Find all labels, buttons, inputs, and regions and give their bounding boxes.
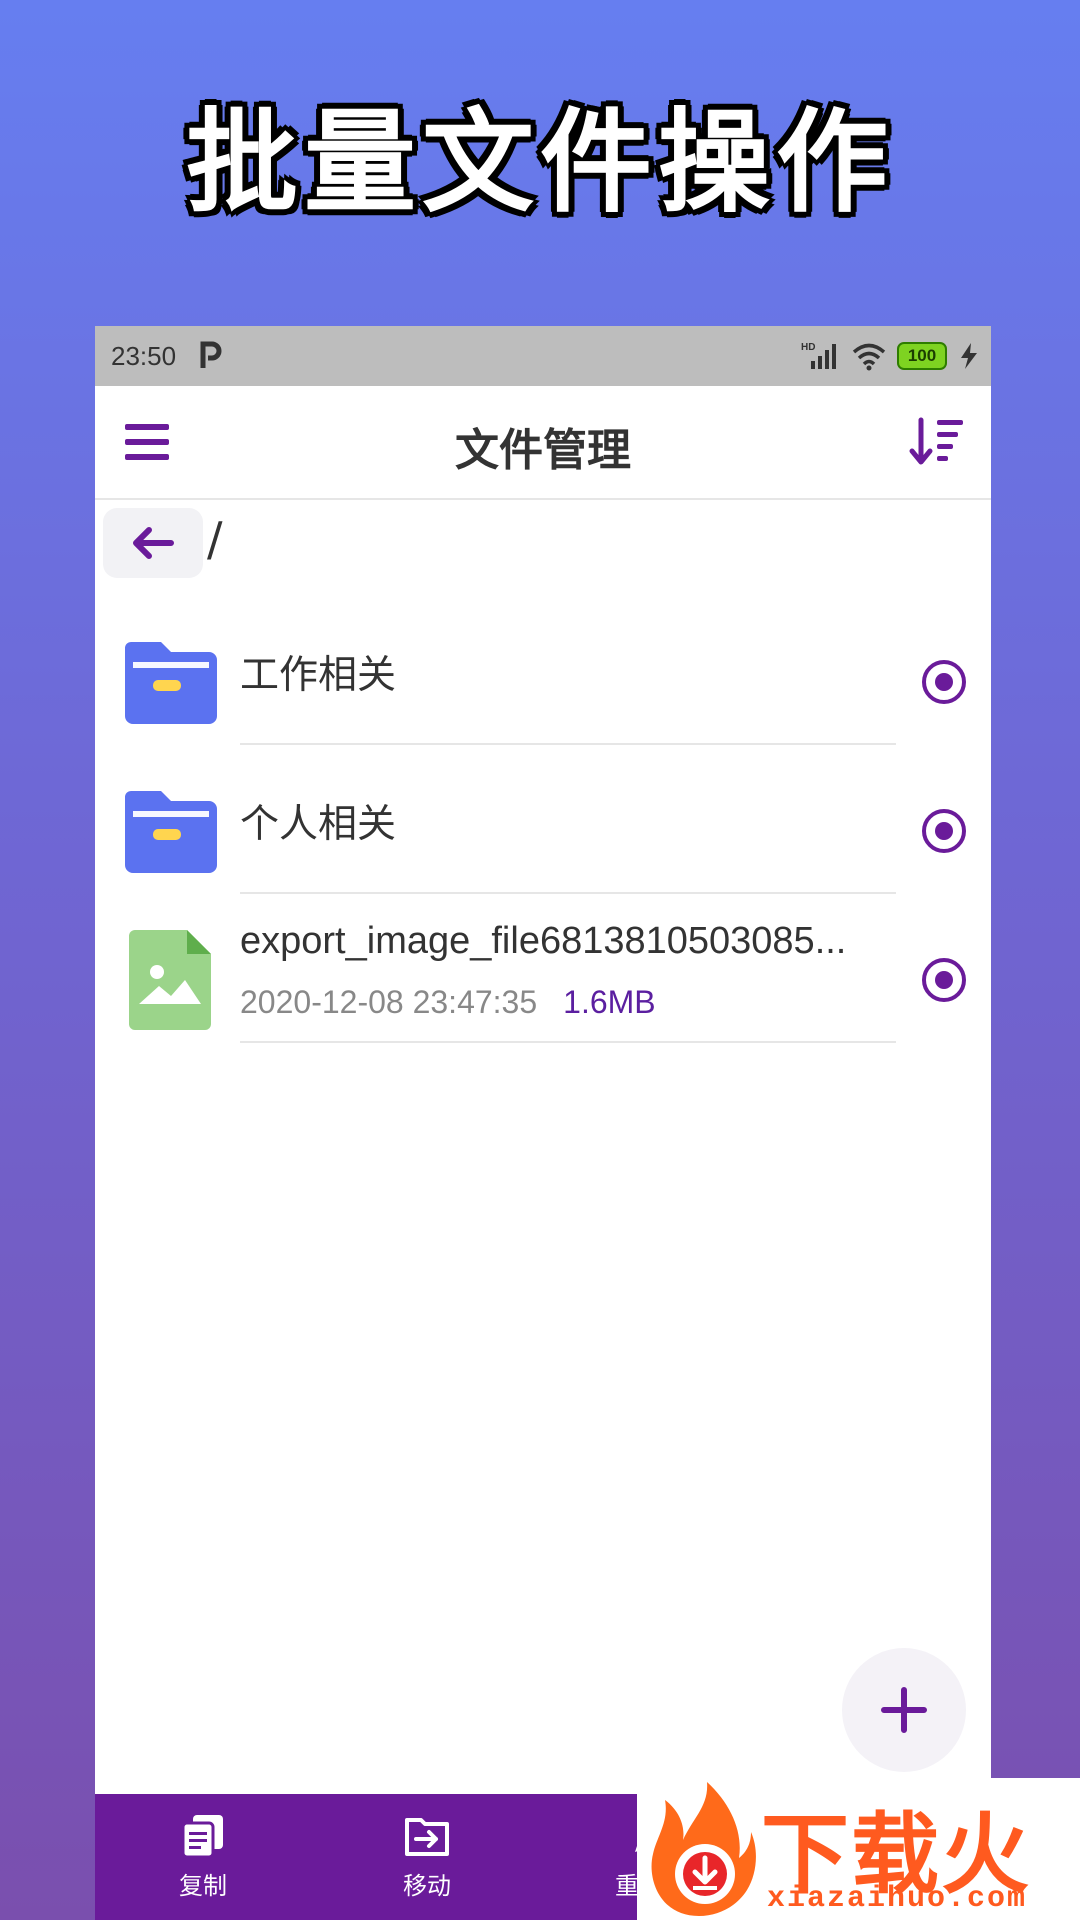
folder-icon — [125, 791, 217, 873]
radio-selected-icon[interactable] — [921, 659, 967, 705]
parking-icon — [200, 341, 222, 368]
page-title: 文件管理 — [455, 425, 631, 476]
banner-title: 批量文件操作 — [186, 98, 894, 228]
copy-icon — [181, 1815, 223, 1859]
radio-selected-icon[interactable] — [921, 808, 967, 854]
watermark: 下载火 xiazaihuo.com — [637, 1778, 1080, 1920]
arrow-left-icon — [133, 527, 174, 559]
current-path: / — [207, 512, 223, 566]
charging-icon — [961, 343, 977, 369]
move-icon — [405, 1818, 449, 1856]
app-bar: 文件管理 — [95, 386, 991, 500]
list-item[interactable]: export_image_file6813810503085... 2020-1… — [95, 894, 991, 1043]
signal-icon: HD — [801, 342, 836, 369]
battery-indicator: 100 — [897, 342, 947, 370]
file-name: export_image_file6813810503085... — [240, 920, 847, 962]
folder-icon — [125, 642, 217, 724]
svg-text:HD: HD — [801, 342, 815, 353]
copy-label: 复制 — [179, 1872, 227, 1900]
file-meta: 2020-12-08 23:47:35 1.6MB — [240, 984, 656, 1021]
file-date: 2020-12-08 23:47:35 — [240, 984, 538, 1020]
file-size: 1.6MB — [563, 984, 656, 1020]
phone-screen: 23:50 HD 100 文件管理 / 工作相关 个人相关 export_ima… — [95, 326, 991, 1920]
file-name: 个人相关 — [240, 802, 397, 847]
back-button[interactable] — [103, 508, 203, 578]
path-bar: / — [95, 506, 991, 582]
flame-logo-icon — [651, 1782, 756, 1916]
list-item[interactable]: 个人相关 — [95, 745, 991, 894]
file-name: 工作相关 — [240, 653, 397, 698]
file-list: 工作相关 个人相关 export_image_file6813810503085… — [95, 596, 991, 1043]
divider — [240, 1041, 896, 1043]
wifi-icon — [852, 343, 886, 371]
add-button[interactable] — [842, 1648, 966, 1772]
plus-icon — [881, 1687, 927, 1733]
sort-icon[interactable] — [909, 416, 965, 468]
list-item[interactable]: 工作相关 — [95, 596, 991, 745]
watermark-url: xiazaihuo.com — [767, 1882, 1028, 1916]
move-button[interactable]: 移动 — [371, 1812, 483, 1901]
status-time: 23:50 — [111, 341, 177, 371]
copy-button[interactable]: 复制 — [147, 1812, 259, 1901]
move-label: 移动 — [403, 1872, 451, 1900]
radio-selected-icon[interactable] — [921, 957, 967, 1003]
image-file-icon — [129, 930, 211, 1030]
status-bar: 23:50 HD 100 — [95, 326, 991, 386]
